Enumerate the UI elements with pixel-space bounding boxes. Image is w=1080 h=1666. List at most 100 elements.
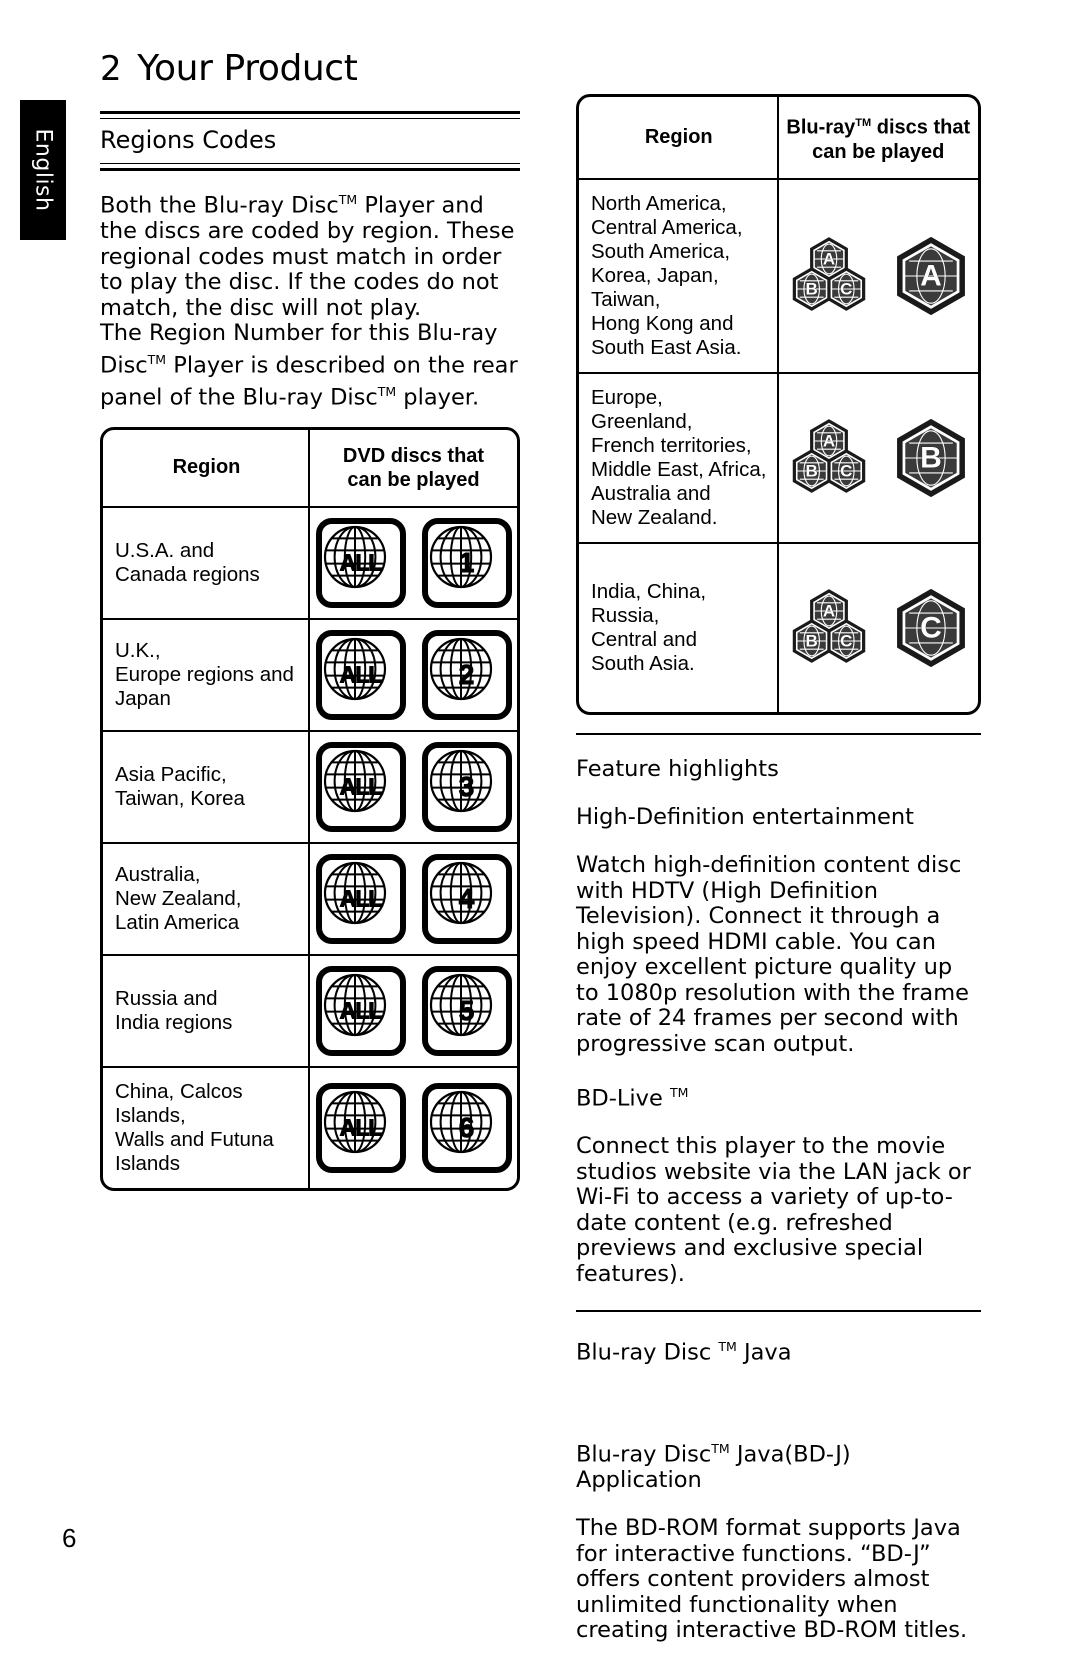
dvd-icons-cell: ALL 5 (310, 956, 517, 1066)
java-body: The BD-ROM format supports Java for inte… (576, 1515, 968, 1644)
svg-text:C: C (840, 461, 852, 480)
trademark-icon: TM (711, 1441, 730, 1457)
rule-above-features (576, 732, 981, 735)
dvd-icons-cell: ALL 2 (310, 620, 517, 730)
language-tab-label: English (30, 128, 56, 212)
trademark-icon: TM (669, 1084, 689, 1100)
cell-line: Central and (591, 627, 697, 651)
dvd-icons-cell: ALL 6 (310, 1068, 517, 1188)
dvd-region-icon-label: 3 (458, 770, 475, 802)
table-row: U.K., Europe regions and Japan ALL 2 (103, 617, 517, 730)
dvd-region-cell: U.S.A. and Canada regions (103, 507, 310, 618)
dvd-region-icon-all: ALL (315, 629, 406, 720)
java-heading-rest: Java (736, 1339, 792, 1366)
svg-text:C: C (840, 279, 852, 298)
cell-line: Europe regions and (115, 662, 294, 686)
cell-line: Hong Kong and (591, 311, 734, 335)
rule-below-heading (100, 163, 520, 171)
dvd-region-cell: China, Calcos Islands, Walls and Futuna Is… (103, 1067, 310, 1188)
java-block: Blu-ray Disc TM Java Blu-ray DiscTM Java… (576, 1334, 981, 1644)
cell-line: South East Asia. (591, 335, 742, 359)
cell-line: Korea, Japan, Taiwan, (591, 263, 719, 311)
header-discs-brand: Blu-ray (786, 116, 856, 139)
dvd-region-icon-5: 5 (421, 965, 512, 1056)
dvd-region-icon-label: ALL (339, 997, 383, 1024)
java-spacer (576, 1389, 981, 1414)
svg-text:B: B (806, 279, 818, 298)
cell-line: Middle East, Africa, (591, 457, 767, 481)
bluray-region-icon-b: B (890, 417, 972, 499)
java-subheading: Blu-ray DiscTM Java(BD-J) Application (576, 1436, 981, 1494)
svg-text:B: B (806, 631, 818, 650)
bluray-region-text: Europe, Greenland, French territories, Mid… (591, 386, 767, 530)
dvd-region-icon-all: ALL (315, 741, 406, 832)
bluray-region-table: Region Blu-rayTM discs that can be playe… (576, 94, 981, 715)
dvd-region-text: Russia and India regions (115, 987, 232, 1035)
svg-text:A: A (823, 601, 835, 620)
cell-line: Australia, (115, 862, 201, 886)
features-block: Feature highlights High-Definition enter… (576, 757, 981, 1287)
dvd-region-text: U.S.A. and Canada regions (115, 539, 260, 587)
right-column: Region Blu-rayTM discs that can be playe… (576, 78, 981, 1666)
dvd-region-cell: Australia, New Zealand, Latin America (103, 843, 310, 954)
features-subheading: High-Definition entertainment (576, 804, 914, 831)
rule-above-heading (100, 111, 520, 119)
dvd-region-icon-label: ALL (339, 549, 383, 576)
java-heading: Blu-ray Disc TM Java (576, 1334, 981, 1366)
trademark-icon: TM (147, 351, 167, 367)
manual-page: English 2 Your Product Regions Codes Bot… (0, 0, 1080, 1643)
bdlive-heading-text: BD-Live (576, 1085, 670, 1112)
dvd-region-icon-6: 6 (421, 1082, 512, 1173)
dvd-region-text: Asia Pacific, Taiwan, Korea (115, 763, 245, 811)
dvd-region-icon-label: ALL (339, 661, 383, 688)
chapter-title: Your Product (137, 48, 358, 89)
dvd-region-icon-label: 6 (458, 1111, 475, 1143)
cell-line: Canada regions (115, 562, 260, 586)
bdlive-heading: BD-Live TM (576, 1080, 981, 1112)
dvd-region-icon-label: 2 (458, 658, 475, 690)
dvd-region-icon-all: ALL (315, 965, 406, 1056)
header-discs-line2: can be played (812, 140, 945, 163)
cell-line: India regions (115, 1010, 233, 1034)
header-discs-rest: discs that (871, 116, 971, 139)
bluray-region-cluster-icon: AB C (784, 236, 874, 315)
dvd-region-icon-all: ALL (315, 853, 406, 944)
cell-line: Central America, (591, 215, 743, 239)
table-row: India, China, Russia, Central and South As… (579, 541, 978, 712)
intro-text: Both the Blu-ray DiscTM Player and the d… (100, 187, 520, 411)
cell-line: Australia and (591, 481, 711, 505)
rule-above-java (576, 1309, 981, 1312)
svg-text:B: B (806, 461, 818, 480)
cell-line: Walls and Futuna (115, 1127, 274, 1151)
section-heading-block: Regions Codes (100, 111, 520, 171)
bluray-region-icon-a: A (890, 235, 972, 317)
trademark-icon: TM (377, 383, 397, 399)
cell-line: Europe, Greenland, (591, 385, 693, 433)
trademark-icon: TM (855, 117, 872, 129)
section-title: Regions Codes (100, 126, 277, 154)
dvd-region-icon-all: ALL (315, 517, 406, 608)
cell-line: North America, (591, 191, 727, 215)
bluray-region-cluster-icon: AB C (784, 588, 874, 667)
java-subheading-brand: Blu-ray Disc (576, 1441, 712, 1468)
table-row: Asia Pacific, Taiwan, Korea ALL 3 (103, 729, 517, 842)
left-column: 2 Your Product Regions Codes Both the Bl… (100, 48, 520, 1191)
header-cell-discs: Blu-rayTM discs that can be played (779, 97, 979, 178)
intro-p1-part-a: Both the Blu-ray Disc (100, 192, 339, 219)
java-heading-brand: Blu-ray Disc (576, 1339, 719, 1366)
header-discs-line1: DVD discs that (342, 444, 485, 467)
table-row: Australia, New Zealand, Latin America ALL 4 (103, 841, 517, 954)
svg-text:A: A (823, 431, 835, 450)
bluray-region-icon-c: C (890, 587, 972, 669)
header-cell-region: Region (103, 429, 310, 506)
table-row: Europe, Greenland, French territories, Mid… (579, 371, 979, 542)
trademark-icon: TM (718, 1339, 737, 1355)
svg-text:C: C (840, 631, 852, 650)
bluray-icons-cell: ABCB (779, 374, 979, 542)
header-cell-region: Region (579, 97, 779, 178)
table-row: U.S.A. and Canada regions ALL 1 (103, 505, 517, 618)
dvd-region-table: Region DVD discs that can be played U.S.… (100, 426, 520, 1191)
cell-line: Taiwan, Korea (115, 786, 245, 810)
features-body: Watch high-definition content disc with … (576, 852, 969, 1057)
header-discs-line2: can be played (347, 468, 480, 491)
